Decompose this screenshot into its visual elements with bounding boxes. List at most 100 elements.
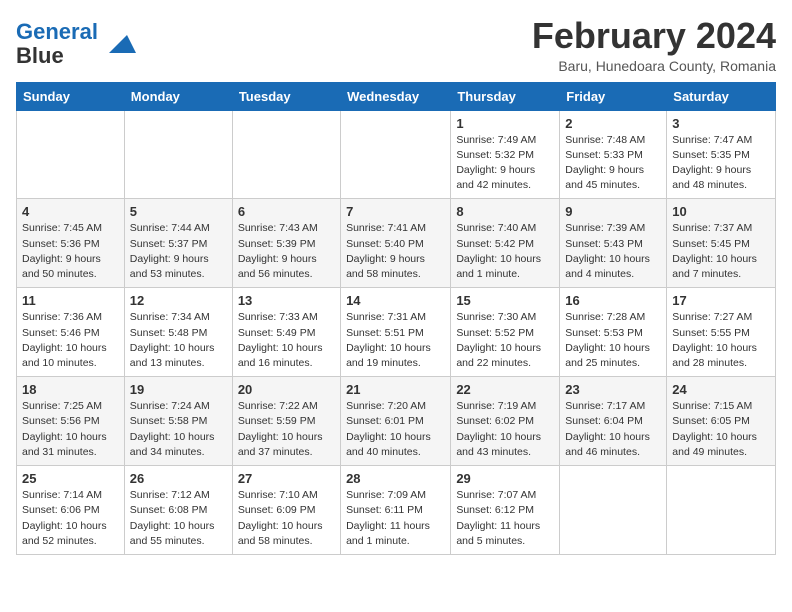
month-title: February 2024 (532, 16, 776, 56)
day-number: 7 (346, 204, 445, 219)
day-number: 14 (346, 293, 445, 308)
logo-icon (100, 26, 136, 62)
day-number: 17 (672, 293, 770, 308)
week-row-5: 25 Sunrise: 7:14 AM Sunset: 6:06 PM Dayli… (17, 466, 776, 555)
day-number: 19 (130, 382, 227, 397)
week-row-3: 11 Sunrise: 7:36 AM Sunset: 5:46 PM Dayli… (17, 288, 776, 377)
day-cell: 20 Sunrise: 7:22 AM Sunset: 5:59 PM Dayli… (232, 377, 340, 466)
day-number: 1 (456, 116, 554, 131)
day-cell: 10 Sunrise: 7:37 AM Sunset: 5:45 PM Dayli… (667, 199, 776, 288)
day-number: 22 (456, 382, 554, 397)
day-cell: 5Sunrise: 7:44 AM Sunset: 5:37 PM Daylig… (124, 199, 232, 288)
day-info: Sunrise: 7:20 AM Sunset: 6:01 PM Dayligh… (346, 399, 445, 460)
day-cell: 14 Sunrise: 7:31 AM Sunset: 5:51 PM Dayli… (341, 288, 451, 377)
location-subtitle: Baru, Hunedoara County, Romania (532, 58, 776, 74)
day-cell: 13Sunrise: 7:33 AM Sunset: 5:49 PM Dayli… (232, 288, 340, 377)
day-cell: 24 Sunrise: 7:15 AM Sunset: 6:05 PM Dayli… (667, 377, 776, 466)
day-number: 11 (22, 293, 119, 308)
day-number: 16 (565, 293, 661, 308)
day-info: Sunrise: 7:49 AM Sunset: 5:32 PM Dayligh… (456, 133, 554, 194)
day-cell: 8 Sunrise: 7:40 AM Sunset: 5:42 PM Daylig… (451, 199, 560, 288)
day-cell: 23 Sunrise: 7:17 AM Sunset: 6:04 PM Dayli… (560, 377, 667, 466)
day-info: Sunrise: 7:15 AM Sunset: 6:05 PM Dayligh… (672, 399, 770, 460)
day-number: 6 (238, 204, 335, 219)
day-number: 2 (565, 116, 661, 131)
day-info: Sunrise: 7:39 AM Sunset: 5:43 PM Dayligh… (565, 221, 661, 282)
day-info: Sunrise: 7:47 AM Sunset: 5:35 PM Dayligh… (672, 133, 770, 194)
logo-text: GeneralBlue (16, 20, 98, 68)
day-info: Sunrise: 7:22 AM Sunset: 5:59 PM Dayligh… (238, 399, 335, 460)
day-header-tuesday: Tuesday (232, 82, 340, 110)
calendar-table: SundayMondayTuesdayWednesdayThursdayFrid… (16, 82, 776, 555)
day-cell: 27 Sunrise: 7:10 AM Sunset: 6:09 PM Dayli… (232, 466, 340, 555)
day-info: Sunrise: 7:17 AM Sunset: 6:04 PM Dayligh… (565, 399, 661, 460)
day-cell (232, 110, 340, 199)
week-row-4: 18 Sunrise: 7:25 AM Sunset: 5:56 PM Dayli… (17, 377, 776, 466)
day-cell: 28Sunrise: 7:09 AM Sunset: 6:11 PM Dayli… (341, 466, 451, 555)
day-cell (124, 110, 232, 199)
day-cell: 4 Sunrise: 7:45 AM Sunset: 5:36 PM Daylig… (17, 199, 125, 288)
page-header: GeneralBlue February 2024 Baru, Hunedoar… (16, 16, 776, 74)
day-number: 4 (22, 204, 119, 219)
day-header-monday: Monday (124, 82, 232, 110)
day-info: Sunrise: 7:30 AM Sunset: 5:52 PM Dayligh… (456, 310, 554, 371)
day-number: 23 (565, 382, 661, 397)
day-info: Sunrise: 7:24 AM Sunset: 5:58 PM Dayligh… (130, 399, 227, 460)
day-number: 21 (346, 382, 445, 397)
day-info: Sunrise: 7:43 AM Sunset: 5:39 PM Dayligh… (238, 221, 335, 282)
day-cell: 2 Sunrise: 7:48 AM Sunset: 5:33 PM Daylig… (560, 110, 667, 199)
day-header-friday: Friday (560, 82, 667, 110)
day-cell: 19 Sunrise: 7:24 AM Sunset: 5:58 PM Dayli… (124, 377, 232, 466)
day-number: 29 (456, 471, 554, 486)
day-cell: 18 Sunrise: 7:25 AM Sunset: 5:56 PM Dayli… (17, 377, 125, 466)
day-number: 20 (238, 382, 335, 397)
day-cell: 11 Sunrise: 7:36 AM Sunset: 5:46 PM Dayli… (17, 288, 125, 377)
day-header-thursday: Thursday (451, 82, 560, 110)
day-cell: 29 Sunrise: 7:07 AM Sunset: 6:12 PM Dayli… (451, 466, 560, 555)
day-cell: 25 Sunrise: 7:14 AM Sunset: 6:06 PM Dayli… (17, 466, 125, 555)
week-row-1: 1 Sunrise: 7:49 AM Sunset: 5:32 PM Daylig… (17, 110, 776, 199)
day-info: Sunrise: 7:37 AM Sunset: 5:45 PM Dayligh… (672, 221, 770, 282)
day-info: Sunrise: 7:12 AM Sunset: 6:08 PM Dayligh… (130, 488, 227, 549)
day-number: 8 (456, 204, 554, 219)
day-info: Sunrise: 7:10 AM Sunset: 6:09 PM Dayligh… (238, 488, 335, 549)
day-info: Sunrise: 7:45 AM Sunset: 5:36 PM Dayligh… (22, 221, 119, 282)
title-block: February 2024 Baru, Hunedoara County, Ro… (532, 16, 776, 74)
day-number: 24 (672, 382, 770, 397)
day-cell: 12Sunrise: 7:34 AM Sunset: 5:48 PM Dayli… (124, 288, 232, 377)
logo: GeneralBlue (16, 20, 136, 68)
day-number: 10 (672, 204, 770, 219)
day-cell (341, 110, 451, 199)
day-info: Sunrise: 7:14 AM Sunset: 6:06 PM Dayligh… (22, 488, 119, 549)
day-number: 15 (456, 293, 554, 308)
day-cell: 3Sunrise: 7:47 AM Sunset: 5:35 PM Daylig… (667, 110, 776, 199)
day-cell: 26 Sunrise: 7:12 AM Sunset: 6:08 PM Dayli… (124, 466, 232, 555)
day-info: Sunrise: 7:31 AM Sunset: 5:51 PM Dayligh… (346, 310, 445, 371)
day-info: Sunrise: 7:41 AM Sunset: 5:40 PM Dayligh… (346, 221, 445, 282)
day-cell (17, 110, 125, 199)
day-info: Sunrise: 7:19 AM Sunset: 6:02 PM Dayligh… (456, 399, 554, 460)
day-cell: 7 Sunrise: 7:41 AM Sunset: 5:40 PM Daylig… (341, 199, 451, 288)
day-info: Sunrise: 7:48 AM Sunset: 5:33 PM Dayligh… (565, 133, 661, 194)
day-number: 9 (565, 204, 661, 219)
day-info: Sunrise: 7:36 AM Sunset: 5:46 PM Dayligh… (22, 310, 119, 371)
day-number: 25 (22, 471, 119, 486)
calendar-body: 1 Sunrise: 7:49 AM Sunset: 5:32 PM Daylig… (17, 110, 776, 554)
day-header-saturday: Saturday (667, 82, 776, 110)
day-info: Sunrise: 7:07 AM Sunset: 6:12 PM Dayligh… (456, 488, 554, 549)
day-number: 26 (130, 471, 227, 486)
day-cell: 21 Sunrise: 7:20 AM Sunset: 6:01 PM Dayli… (341, 377, 451, 466)
day-number: 5 (130, 204, 227, 219)
day-cell: 22 Sunrise: 7:19 AM Sunset: 6:02 PM Dayli… (451, 377, 560, 466)
day-info: Sunrise: 7:40 AM Sunset: 5:42 PM Dayligh… (456, 221, 554, 282)
week-row-2: 4 Sunrise: 7:45 AM Sunset: 5:36 PM Daylig… (17, 199, 776, 288)
day-number: 27 (238, 471, 335, 486)
day-header-wednesday: Wednesday (341, 82, 451, 110)
day-cell (667, 466, 776, 555)
day-info: Sunrise: 7:28 AM Sunset: 5:53 PM Dayligh… (565, 310, 661, 371)
day-number: 18 (22, 382, 119, 397)
day-info: Sunrise: 7:25 AM Sunset: 5:56 PM Dayligh… (22, 399, 119, 460)
calendar-header-row: SundayMondayTuesdayWednesdayThursdayFrid… (17, 82, 776, 110)
day-cell: 9 Sunrise: 7:39 AM Sunset: 5:43 PM Daylig… (560, 199, 667, 288)
day-number: 12 (130, 293, 227, 308)
